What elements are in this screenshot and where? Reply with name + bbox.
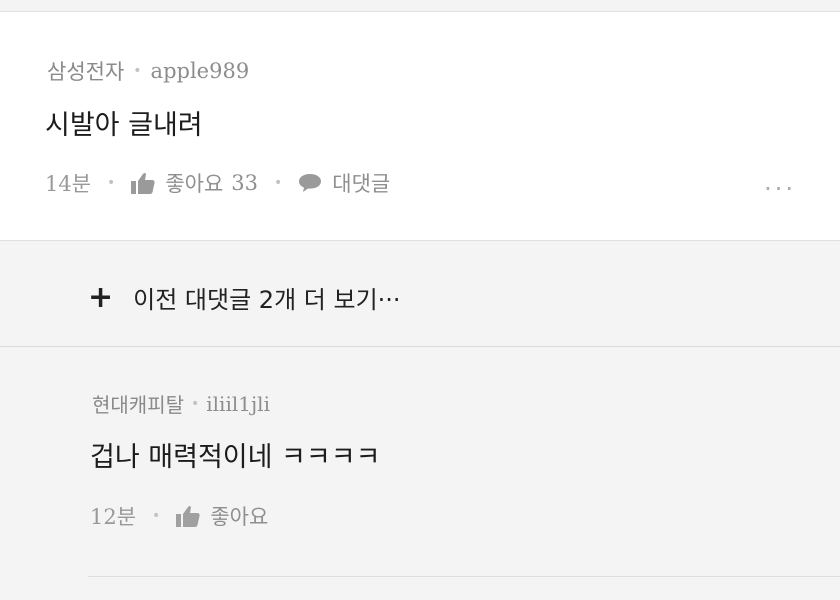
load-previous-label: 이전 대댓글 2개 더 보기··· — [133, 286, 401, 314]
like-count: 33 — [231, 171, 259, 195]
reply-button[interactable]: 대댓글 — [298, 168, 390, 198]
reply-actions: 12분 • 좋아요 — [90, 501, 268, 531]
reply-text: 겁나 매력적이네 ㅋㅋㅋㅋ — [90, 442, 381, 473]
separator-dot: • — [274, 175, 283, 191]
reply-like-button[interactable]: 좋아요 — [176, 501, 268, 531]
speech-bubble-icon — [299, 174, 322, 192]
comment-time: 14분 — [45, 172, 92, 196]
reply-meta: 현대캐피탈 • iliil1jli — [92, 389, 270, 418]
like-button[interactable]: 좋아요 33 — [131, 168, 258, 198]
comment-company[interactable]: 삼성전자 — [47, 56, 124, 86]
section-divider — [0, 346, 840, 347]
more-options-button[interactable]: ··· — [764, 177, 796, 201]
thumbs-up-icon — [131, 173, 155, 194]
bottom-divider — [88, 576, 840, 577]
comment-text: 시발아 글내려 — [45, 110, 203, 141]
reply-label: 대댓글 — [332, 172, 391, 196]
load-previous-replies-button[interactable]: + 이전 대댓글 2개 더 보기··· — [88, 280, 401, 315]
separator-dot: • — [191, 395, 200, 412]
like-label: 좋아요 — [165, 172, 224, 196]
comment-actions: 14분 • 좋아요 33 • 대댓글 — [45, 168, 390, 198]
separator-dot: • — [152, 508, 161, 524]
separator-dot: • — [107, 175, 116, 191]
separator-dot: • — [133, 63, 142, 79]
reply-user[interactable]: iliil1jli — [206, 392, 270, 416]
comment-user[interactable]: apple989 — [151, 59, 250, 83]
thumbs-up-icon — [176, 506, 200, 527]
reply-company[interactable]: 현대캐피탈 — [92, 389, 184, 418]
like-label: 좋아요 — [210, 505, 269, 529]
plus-icon: + — [88, 279, 114, 315]
comment-meta: 삼성전자 • apple989 — [47, 56, 249, 86]
reply-time: 12분 — [90, 505, 137, 529]
comment-card: 삼성전자 • apple989 시발아 글내려 14분 • 좋아요 33 • 대… — [0, 12, 840, 241]
